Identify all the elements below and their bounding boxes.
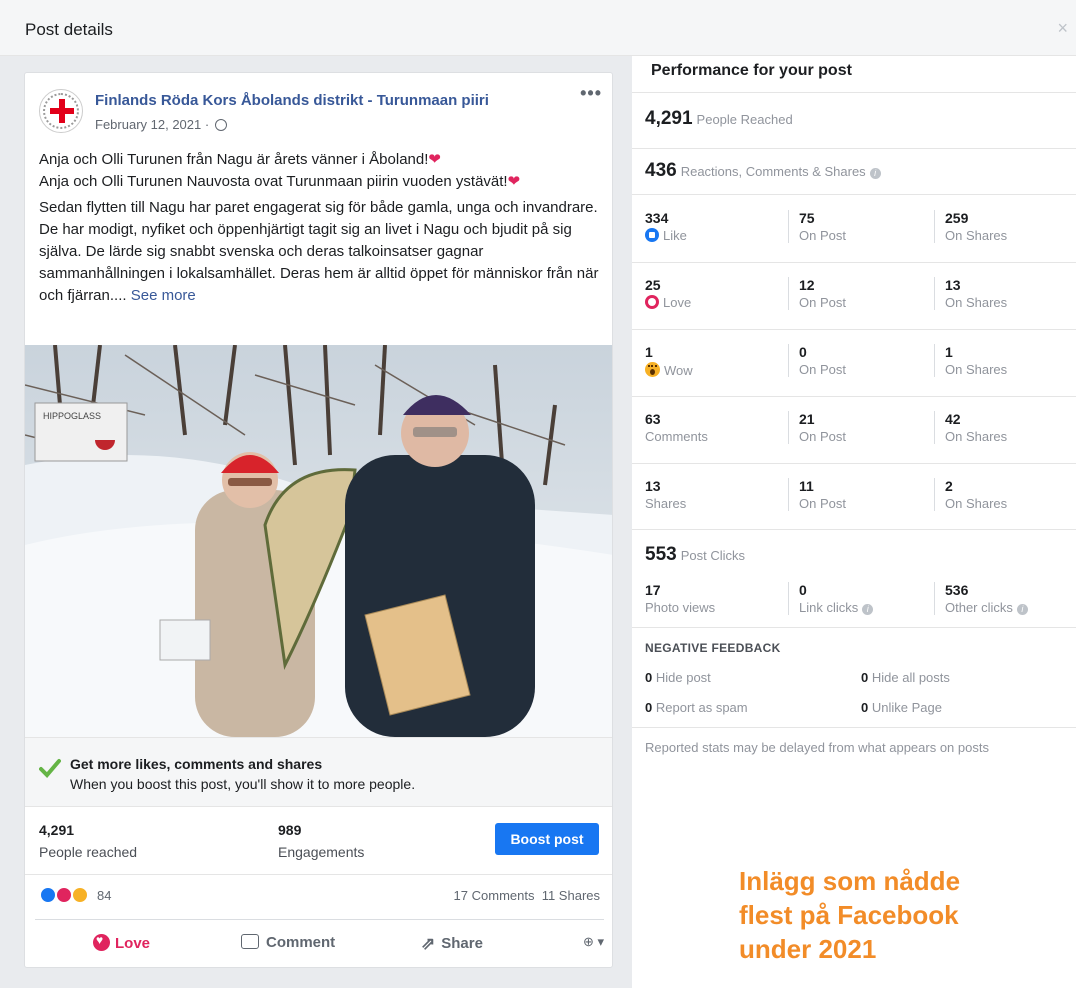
reactions-comments-shares-summary: 436 Reactions, Comments & Shares i: [645, 160, 881, 182]
love-on-shares: 13 On Shares: [934, 277, 1007, 310]
comment-button[interactable]: Comment: [241, 934, 335, 951]
like-on-shares: 259 On Shares: [934, 210, 1007, 243]
shares-on-shares: 2 On Shares: [934, 478, 1007, 511]
hide-post-stat: 0 Hide post: [645, 670, 711, 685]
wow-reaction-icon[interactable]: [71, 886, 89, 904]
reaction-count[interactable]: 84: [97, 888, 111, 903]
comments-on-post: 21 On Post: [788, 411, 846, 444]
performance-pane: Performance for your post 4,291 People Re…: [632, 56, 1076, 988]
overlay-caption: Inlägg som nådde flest på Facebook under…: [739, 866, 961, 964]
like-total: 334 Like: [645, 210, 687, 243]
photo-views: 17 Photo views: [645, 582, 716, 615]
more-options-icon[interactable]: •••: [580, 83, 602, 104]
reactions-summary: 84 17 Comments 11 Shares: [25, 875, 612, 919]
heart-emoji: ❤: [507, 173, 521, 190]
divider: [632, 529, 1076, 530]
hide-all-posts-stat: 0 Hide all posts: [861, 670, 950, 685]
boost-title: Get more likes, comments and shares: [70, 756, 323, 772]
boost-promo: Get more likes, comments and shares When…: [25, 737, 612, 807]
like-icon: [645, 228, 659, 242]
love-button[interactable]: Love: [93, 933, 150, 952]
wow-total: 1 Wow: [645, 344, 693, 378]
shares-count-link[interactable]: 11 Shares: [542, 888, 600, 903]
globe-icon: [214, 119, 227, 131]
info-icon[interactable]: i: [869, 168, 881, 179]
divider: [632, 148, 1076, 149]
post-photo[interactable]: HIPPOGLASS: [25, 345, 612, 737]
wow-icon: [645, 362, 660, 377]
love-breakdown-row: 25 Love 12 On Post 13 On Shares: [632, 263, 1076, 330]
post-stats: 4,291 People reached 989 Engagements Boo…: [25, 807, 612, 875]
page-avatar[interactable]: [39, 89, 83, 133]
comments-shares-count: 17 Comments 11 Shares: [454, 888, 600, 903]
stat-engagements: 989 Engagements: [278, 822, 365, 860]
negative-feedback-title: NEGATIVE FEEDBACK: [645, 641, 781, 655]
like-breakdown-row: 334 Like 75 On Post 259 On Shares: [632, 196, 1076, 263]
comments-on-shares: 42 On Shares: [934, 411, 1007, 444]
love-on-post: 12 On Post: [788, 277, 846, 310]
divider: [632, 727, 1076, 728]
post-body: Sedan flytten till Nagu har paret engage…: [39, 199, 599, 304]
performance-title: Performance for your post: [651, 62, 852, 79]
post-clicks-summary: 553 Post Clicks: [645, 544, 745, 565]
boost-post-button[interactable]: Boost post: [495, 823, 599, 855]
unlike-page-stat: 0 Unlike Page: [861, 700, 942, 715]
post-date[interactable]: February 12, 2021 ·: [95, 117, 209, 132]
share-button[interactable]: ⇗ Share: [421, 934, 483, 954]
post-card: Finlands Röda Kors Åbolands distrikt - T…: [24, 72, 613, 968]
link-clicks: 0 Link clicks i: [788, 582, 874, 615]
wow-breakdown-row: 1 Wow 0 On Post 1 On Shares: [632, 330, 1076, 397]
wow-on-post: 0 On Post: [788, 344, 846, 377]
check-icon: [39, 759, 61, 778]
stat-people-reached: 4,291 People reached: [39, 822, 138, 860]
people-reached-summary: 4,291 People Reached: [645, 108, 793, 129]
shares-on-post: 11 On Post: [788, 478, 846, 511]
comments-count-link[interactable]: 17 Comments: [454, 888, 535, 903]
love-total: 25 Love: [645, 277, 692, 310]
comment-icon: [241, 934, 259, 949]
divider: [632, 194, 1076, 195]
comments-breakdown-row: 63 Comments 21 On Post 42 On Shares: [632, 397, 1076, 464]
close-icon[interactable]: ×: [1057, 18, 1068, 39]
divider: [632, 92, 1076, 93]
photo-sign-text: HIPPOGLASS: [43, 411, 101, 421]
divider: [632, 627, 1076, 628]
post-preview-pane: Finlands Röda Kors Åbolands distrikt - T…: [0, 56, 632, 988]
wow-on-shares: 1 On Shares: [934, 344, 1007, 377]
page-name-link[interactable]: Finlands Röda Kors Åbolands distrikt - T…: [95, 92, 489, 109]
info-icon[interactable]: i: [1016, 604, 1028, 615]
boost-description: When you boost this post, you'll show it…: [70, 776, 416, 792]
post-text: Anja och Olli Turunen från Nagu är årets…: [39, 149, 601, 311]
shares-total: 13 Shares: [645, 478, 687, 511]
share-icon: ⇗: [421, 934, 436, 953]
other-clicks: 536 Other clicks i: [934, 582, 1028, 615]
stats-footnote: Reported stats may be delayed from what …: [645, 740, 989, 755]
modal-title: Post details: [25, 20, 113, 39]
see-more-link[interactable]: See more: [131, 287, 196, 304]
love-icon: [645, 295, 659, 309]
comments-total: 63 Comments: [645, 411, 708, 444]
modal-header: Post details ×: [0, 0, 1076, 56]
audience-selector-icon[interactable]: ⊕ ▾: [583, 934, 604, 950]
heart-emoji: ❤: [428, 151, 441, 168]
clicks-breakdown-row: 17 Photo views 0 Link clicks i 536 Other cli…: [632, 568, 1076, 635]
photo-illustration: HIPPOGLASS: [25, 345, 612, 737]
post-meta: February 12, 2021 ·: [95, 117, 227, 132]
info-icon[interactable]: i: [862, 604, 874, 615]
post-actions: Love Comment ⇗Share ⊕ ▾: [35, 919, 604, 967]
shares-breakdown-row: 13 Shares 11 On Post 2 On Shares: [632, 464, 1076, 531]
post-text-line: Anja och Olli Turunen från Nagu är årets…: [39, 151, 521, 190]
report-spam-stat: 0 Report as spam: [645, 700, 748, 715]
love-icon: [93, 933, 110, 951]
like-on-post: 75 On Post: [788, 210, 846, 243]
